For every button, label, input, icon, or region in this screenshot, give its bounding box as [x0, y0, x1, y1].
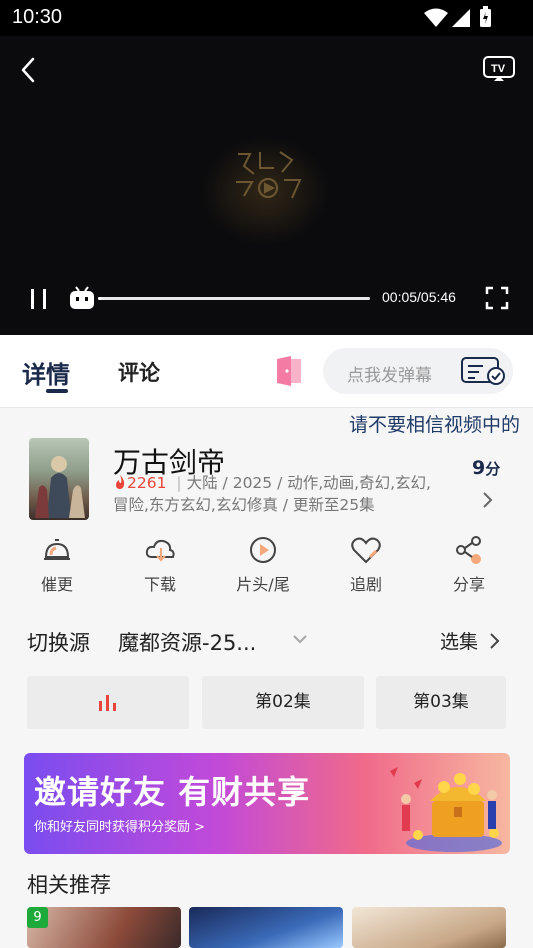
playback-time: 00:05/05:46 [382, 289, 456, 305]
door-exit-icon[interactable] [273, 355, 305, 387]
now-playing-icon [99, 695, 116, 711]
related-item[interactable] [189, 907, 343, 948]
marquee-notice: 请不要相信视频中的 [349, 414, 521, 436]
heat-count: 2261 [127, 474, 167, 492]
tv-cast-icon[interactable]: TV [482, 54, 516, 82]
progress-fill [98, 297, 103, 300]
danmaku-settings-icon[interactable] [461, 356, 507, 386]
action-label: 下载 [143, 575, 176, 594]
status-time: 10:30 [12, 6, 63, 28]
related-title: 相关推荐 [27, 873, 111, 897]
chevron-right-icon[interactable] [489, 631, 501, 651]
share-icon [456, 536, 481, 564]
chevron-down-icon[interactable] [291, 632, 309, 646]
share-button[interactable]: 分享 [424, 535, 514, 595]
action-label: 分享 [452, 575, 485, 594]
episodes-link[interactable]: 选集 [440, 627, 478, 654]
download-cloud-icon [145, 539, 175, 562]
chevron-right-icon[interactable] [481, 490, 495, 510]
related-item[interactable]: 9 [27, 907, 181, 948]
related-item[interactable] [352, 907, 506, 948]
video-player[interactable]: TV 00:05/05:46 [0, 36, 533, 335]
action-label: 催更 [40, 575, 73, 594]
video-logo-watermark [236, 151, 302, 199]
fullscreen-icon[interactable] [485, 286, 509, 310]
fire-icon [116, 475, 125, 489]
episode-label: 第03集 [413, 692, 469, 712]
danmaku-input[interactable]: 点我发弹幕 [323, 348, 513, 394]
banner-title: 邀请好友 有财共享 [34, 773, 311, 811]
episode-item[interactable]: 第02集 [202, 676, 364, 729]
status-bar: 10:30 [0, 0, 533, 36]
play-circle-icon [250, 537, 276, 563]
danmaku-toggle-icon[interactable] [68, 285, 96, 311]
action-label: 追剧 [349, 575, 382, 594]
signal-icon [452, 9, 470, 27]
heart-icon [351, 537, 381, 564]
back-arrow-icon[interactable] [18, 56, 38, 84]
score-value: 9 [472, 457, 486, 479]
wifi-icon [424, 8, 448, 27]
svg-text:TV: TV [491, 63, 506, 75]
banner-subtitle: 你和好友同时获得积分奖励 > [34, 820, 206, 835]
source-select[interactable]: 魔都资源-25... [118, 627, 256, 657]
tab-comment[interactable]: 评论 [118, 357, 160, 387]
meta-separator: | [176, 474, 182, 492]
remind-update-button[interactable]: 催更 [12, 535, 102, 595]
battery-icon [480, 6, 491, 27]
pause-icon[interactable] [28, 287, 50, 311]
episode-label: 第02集 [255, 692, 311, 712]
tab-detail[interactable]: 详情 [22, 355, 70, 390]
invite-banner[interactable]: 邀请好友 有财共享 你和好友同时获得积分奖励 > [24, 753, 510, 854]
progress-bar[interactable] [98, 297, 370, 300]
show-meta: 2261 | 大陆 / 2025 / 动作,动画,奇幻,玄幻,冒险,东方玄幻,玄幻… [113, 472, 443, 516]
follow-show-button[interactable]: 追剧 [321, 535, 411, 595]
bell-icon [44, 539, 70, 560]
treasure-chest-illustration [390, 767, 502, 852]
score-unit: 分 [485, 460, 501, 478]
score-badge: 9 [27, 907, 48, 928]
download-button[interactable]: 下载 [115, 535, 205, 595]
source-label: 切换源 [27, 631, 90, 655]
episode-item-current[interactable] [27, 676, 189, 729]
action-label: 片头/尾 [236, 575, 290, 594]
show-score: 9分 [472, 457, 500, 479]
show-cover[interactable] [29, 438, 89, 520]
intro-outro-button[interactable]: 片头/尾 [218, 535, 308, 595]
cover-art [35, 456, 85, 518]
tab-active-indicator [46, 389, 68, 393]
episode-item[interactable]: 第03集 [376, 676, 506, 729]
danmaku-placeholder: 点我发弹幕 [347, 366, 432, 386]
tab-bar: 详情 评论 点我发弹幕 [0, 335, 533, 408]
